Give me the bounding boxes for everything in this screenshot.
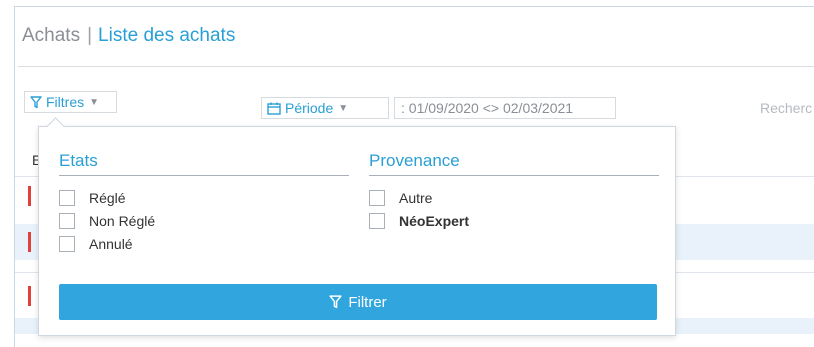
apply-filters-label: Filtrer xyxy=(348,293,387,311)
apply-filters-button[interactable]: Filtrer xyxy=(59,284,657,320)
filters-dropdown: Etats Réglé Non Réglé Annulé Provenance … xyxy=(38,117,676,336)
filter-option-neoexpert[interactable]: NéoExpert xyxy=(369,209,659,232)
filter-funnel-icon xyxy=(30,95,42,108)
status-marker xyxy=(28,232,31,252)
checkbox[interactable] xyxy=(59,235,75,252)
filter-group-title: Etats xyxy=(59,151,349,176)
caret-down-icon: ▼ xyxy=(89,96,100,108)
status-marker xyxy=(28,286,31,306)
filter-option-regle[interactable]: Réglé xyxy=(59,186,349,209)
filters-button-label: Filtres xyxy=(46,94,85,110)
checkbox[interactable] xyxy=(59,212,75,229)
filters-button[interactable]: Filtres ▼ xyxy=(24,91,117,113)
calendar-icon xyxy=(267,102,281,115)
period-button-label: Période xyxy=(285,100,334,116)
checkbox[interactable] xyxy=(59,189,75,206)
period-range-field[interactable]: : 01/09/2020 <> 02/03/2021 xyxy=(394,97,616,119)
breadcrumb-section[interactable]: Achats xyxy=(22,25,80,46)
filter-funnel-icon xyxy=(329,295,342,309)
checkbox[interactable] xyxy=(369,189,385,206)
filter-group-etats: Etats Réglé Non Réglé Annulé xyxy=(59,151,349,255)
caret-down-icon: ▼ xyxy=(338,102,349,114)
filter-option-label: Annulé xyxy=(89,235,133,252)
filter-group-title: Provenance xyxy=(369,151,659,176)
filter-option-label: NéoExpert xyxy=(399,212,470,229)
breadcrumb-separator: | xyxy=(87,25,93,46)
page-title: Liste des achats xyxy=(98,25,236,46)
filter-option-label: Non Réglé xyxy=(89,212,156,229)
search-input[interactable]: Recherc xyxy=(760,100,812,116)
filter-group-provenance: Provenance Autre NéoExpert xyxy=(369,151,659,232)
period-button[interactable]: Période ▼ xyxy=(261,97,389,119)
filter-option-label: Réglé xyxy=(89,189,126,206)
filter-option-non-regle[interactable]: Non Réglé xyxy=(59,209,349,232)
checkbox[interactable] xyxy=(369,212,385,229)
breadcrumb: Achats | Liste des achats xyxy=(22,25,235,47)
filter-option-autre[interactable]: Autre xyxy=(369,186,659,209)
header-divider xyxy=(18,66,814,67)
filter-option-label: Autre xyxy=(399,189,433,206)
status-marker xyxy=(28,186,31,206)
filter-option-annule[interactable]: Annulé xyxy=(59,232,349,255)
